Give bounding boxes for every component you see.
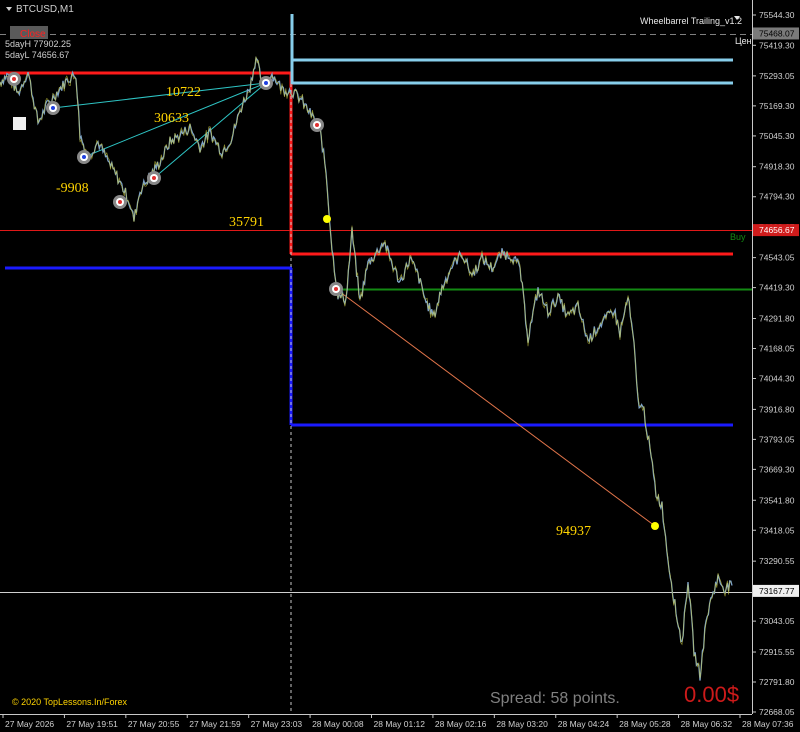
annotation-30633: 30633	[154, 111, 189, 126]
white-square-button[interactable]	[13, 117, 26, 130]
price-tick-label: 72915.55	[759, 647, 795, 657]
indicator-name: Wheelbarrel Trailing_v1.2	[640, 16, 742, 26]
time-tick-label: 28 May 04:24	[558, 719, 610, 729]
time-tick-label: 28 May 07:36	[742, 719, 794, 729]
time-tick-label: 27 May 21:59	[189, 719, 241, 729]
price-tick-label: 73418.05	[759, 525, 795, 535]
watermark: © 2020 TopLessons.In/Forex	[12, 697, 128, 707]
yellow-dot-icon	[323, 215, 331, 223]
price-tick-label: 74419.30	[759, 283, 795, 293]
order-marker-icon	[310, 118, 324, 132]
price-tick-label: 73043.05	[759, 616, 795, 626]
price-tick-label: 75169.30	[759, 101, 795, 111]
price-tick-label: 74291.80	[759, 314, 795, 324]
profit-text: 0.00$	[684, 682, 739, 707]
order-marker-icon	[77, 150, 91, 164]
price-tick-label: 74918.30	[759, 162, 795, 172]
yellow-dot-icon	[651, 522, 659, 530]
time-tick-label: 28 May 03:20	[496, 719, 548, 729]
time-tick-label: 28 May 05:28	[619, 719, 671, 729]
symbol-label: BTCUSD,M1	[16, 4, 74, 15]
price-tick-label: 75293.05	[759, 71, 795, 81]
order-marker-icon	[46, 101, 60, 115]
five-day-low: 5dayL 74656.67	[5, 50, 69, 60]
price-tick-label: 75419.30	[759, 40, 795, 50]
price-tick-label: 74543.05	[759, 253, 795, 263]
order-marker-icon	[259, 76, 273, 90]
order-marker-icon	[147, 171, 161, 185]
price-tick-label: 73541.80	[759, 495, 795, 505]
price-tick-label: 74044.30	[759, 373, 795, 383]
price-tick-label: 73669.30	[759, 464, 795, 474]
time-tick-label: 28 May 02:16	[435, 719, 487, 729]
top-right-partial: Цен	[735, 36, 752, 46]
price-highlight-label: 74656.67	[759, 225, 795, 235]
buy-tag: Buy	[730, 232, 746, 242]
price-tick-label: 74168.05	[759, 344, 795, 354]
price-tick-label: 75045.30	[759, 131, 795, 141]
time-tick-label: 27 May 20:55	[128, 719, 180, 729]
time-tick-label: 28 May 00:08	[312, 719, 364, 729]
price-tick-label: 74794.30	[759, 192, 795, 202]
price-highlight-label: 73167.77	[759, 586, 795, 596]
annotation-neg9908: -9908	[56, 181, 89, 196]
time-tick-label: 27 May 19:51	[66, 719, 118, 729]
price-tick-label: 73916.80	[759, 404, 795, 414]
order-marker-icon	[113, 195, 127, 209]
price-tick-label: 73793.05	[759, 434, 795, 444]
price-highlight-label: 75468.07	[759, 28, 795, 38]
order-marker-icon	[7, 72, 21, 86]
price-tick-label: 72791.80	[759, 677, 795, 687]
price-tick-label: 75544.30	[759, 10, 795, 20]
price-chart[interactable]: 10722 30633 -9908 35791 94937 BTCUSD,M1 …	[0, 0, 800, 732]
annotation-94937: 94937	[556, 524, 591, 539]
spread-text: Spread: 58 points.	[490, 690, 620, 707]
time-tick-label: 27 May 2026	[5, 719, 54, 729]
annotation-10722: 10722	[166, 85, 201, 100]
order-marker-icon	[329, 282, 343, 296]
time-tick-label: 28 May 06:32	[681, 719, 733, 729]
annotation-35791: 35791	[229, 215, 264, 230]
time-tick-label: 27 May 23:03	[251, 719, 303, 729]
price-tick-label: 72668.05	[759, 707, 795, 717]
five-day-high: 5dayH 77902.25	[5, 39, 71, 49]
price-tick-label: 73290.55	[759, 556, 795, 566]
time-tick-label: 28 May 01:12	[374, 719, 426, 729]
